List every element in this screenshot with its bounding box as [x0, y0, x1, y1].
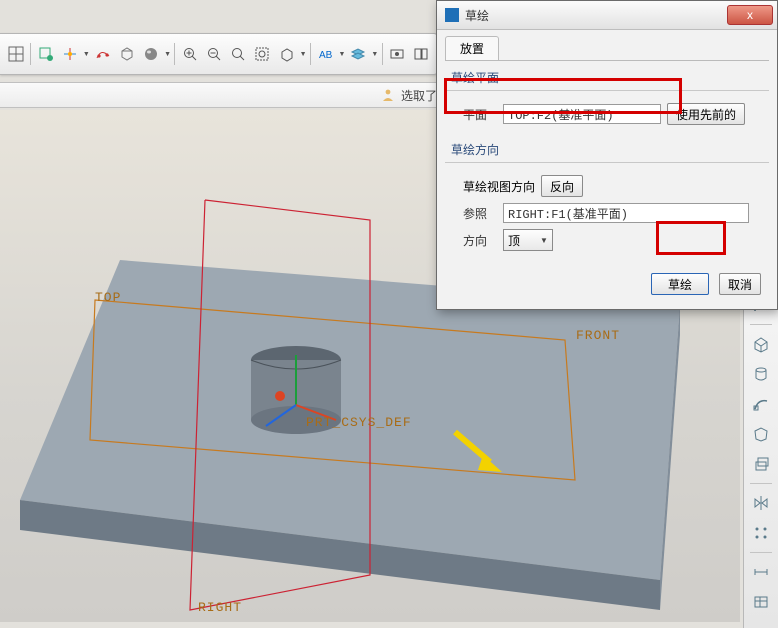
- sketch-dialog: 草绘 x 放置 草绘平面 平面 TOP:F2(基准平面) 使用先前的 草绘方向 …: [436, 0, 778, 310]
- csys-label: PRT_CSYS_DEF: [306, 415, 412, 430]
- view-direction-label: 草绘视图方向: [463, 178, 535, 195]
- dialog-title: 草绘: [465, 7, 727, 24]
- use-previous-button[interactable]: 使用先前的: [667, 103, 745, 125]
- orientation-value: 顶: [508, 232, 520, 249]
- svg-text:AB: AB: [319, 50, 333, 61]
- group-direction-title: 草绘方向: [451, 141, 769, 158]
- datum-label-right: RIGHT: [198, 600, 242, 615]
- status-text: 选取了: [401, 87, 437, 104]
- dropdown-icon[interactable]: ▼: [299, 51, 307, 58]
- tool-annotation-icon[interactable]: AB: [314, 42, 337, 66]
- use-previous-label: 使用先前的: [676, 106, 736, 123]
- datum-label-front: FRONT: [576, 328, 620, 343]
- tool-view-icon[interactable]: [386, 42, 409, 66]
- rtool-blend-icon[interactable]: [747, 421, 775, 447]
- tool-zoom-fit-icon[interactable]: [227, 42, 250, 66]
- cancel-button-label: 取消: [728, 276, 752, 293]
- dropdown-icon[interactable]: ▼: [371, 51, 379, 58]
- close-icon: x: [747, 8, 753, 22]
- datum-label-top: TOP: [95, 290, 121, 305]
- dropdown-icon[interactable]: ▼: [164, 51, 172, 58]
- plane-field[interactable]: TOP:F2(基准平面): [503, 104, 661, 124]
- dialog-tabs: 放置: [445, 36, 769, 61]
- orientation-label: 方向: [463, 232, 497, 249]
- tool-grid-icon[interactable]: [4, 42, 27, 66]
- tool-shaded-icon[interactable]: [140, 42, 163, 66]
- tool-curve-icon[interactable]: [91, 42, 114, 66]
- dropdown-icon[interactable]: ▼: [82, 51, 90, 58]
- rtool-mirror-icon[interactable]: [747, 490, 775, 516]
- orientation-combo[interactable]: 顶 ▼: [503, 229, 553, 251]
- group-plane-title: 草绘平面: [451, 69, 769, 86]
- dropdown-icon[interactable]: ▼: [338, 51, 346, 58]
- plane-label: 平面: [463, 106, 497, 123]
- close-button[interactable]: x: [727, 5, 773, 25]
- cancel-button[interactable]: 取消: [719, 273, 761, 295]
- tool-view2-icon[interactable]: [410, 42, 433, 66]
- tool-wireframe-icon[interactable]: [115, 42, 138, 66]
- tool-refit-icon[interactable]: [251, 42, 274, 66]
- rtool-dim-icon[interactable]: [747, 559, 775, 585]
- reference-field[interactable]: RIGHT:F1(基准平面): [503, 203, 749, 223]
- tool-zoom-in-icon[interactable]: [178, 42, 201, 66]
- reverse-label: 反向: [550, 178, 574, 195]
- person-icon: [381, 88, 395, 102]
- right-toolbar: [743, 256, 778, 628]
- reference-value: RIGHT:F1(基准平面): [508, 205, 628, 222]
- plane-value: TOP:F2(基准平面): [508, 106, 614, 123]
- tool-axis-icon[interactable]: [58, 42, 81, 66]
- sketch-button-label: 草绘: [668, 276, 692, 293]
- rtool-revolve-icon[interactable]: [747, 361, 775, 387]
- tab-placement[interactable]: 放置: [445, 36, 499, 60]
- tool-zoom-out-icon[interactable]: [203, 42, 226, 66]
- rtool-pattern-icon[interactable]: [747, 520, 775, 546]
- tool-layers-icon[interactable]: [347, 42, 370, 66]
- status-bar: 选取了: [0, 82, 444, 108]
- rtool-extrude-icon[interactable]: [747, 451, 775, 477]
- chevron-down-icon: ▼: [540, 236, 548, 245]
- reverse-button[interactable]: 反向: [541, 175, 583, 197]
- rtool-sweep-icon[interactable]: [747, 391, 775, 417]
- tool-select-icon[interactable]: [34, 42, 57, 66]
- reference-label: 参照: [463, 205, 497, 222]
- rtool-table-icon[interactable]: [747, 589, 775, 615]
- main-toolbar: ▼ ▼ ▼ AB ▼ ▼: [0, 33, 438, 75]
- sketch-button[interactable]: 草绘: [651, 273, 709, 295]
- dialog-titlebar[interactable]: 草绘 x: [437, 1, 777, 30]
- dialog-app-icon: [445, 8, 459, 22]
- rtool-box-icon[interactable]: [747, 331, 775, 357]
- tool-orient-icon[interactable]: [275, 42, 298, 66]
